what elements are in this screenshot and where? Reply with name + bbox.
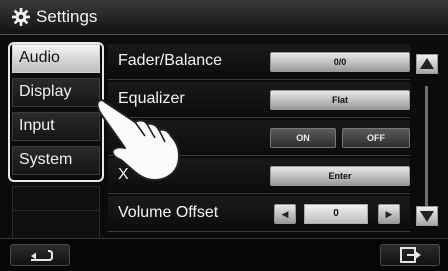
fader-balance-button[interactable]: 0/0: [270, 52, 410, 72]
volume-offset-value: 0: [304, 204, 368, 224]
volume-increment-button[interactable]: ▶: [378, 204, 400, 224]
setting-row-fader-balance: Fader/Balance 0/0: [108, 44, 410, 80]
volume-offset-label: Volume Offset: [118, 204, 219, 221]
scroll-down-button[interactable]: [416, 206, 438, 226]
sidebar-highlight-frame: [8, 42, 104, 182]
triangle-up-icon: [420, 58, 434, 69]
gear-icon: [12, 8, 30, 26]
exit-button[interactable]: [380, 244, 440, 266]
left-arrow-icon: ◀: [281, 209, 289, 219]
setting-row-volume-offset: Volume Offset ◀ 0 ▶: [108, 196, 410, 232]
title-bar: Settings: [0, 0, 448, 35]
loudness-off-button[interactable]: OFF: [342, 128, 410, 148]
back-arrow-icon: [31, 250, 53, 261]
pointing-hand-icon: [96, 99, 180, 181]
right-arrow-icon: ▶: [385, 209, 393, 219]
back-button[interactable]: [10, 244, 70, 266]
exit-icon: [400, 247, 421, 263]
settings-screen: Settings Audio Display Input System Fade…: [0, 0, 448, 271]
page-title: Settings: [36, 7, 98, 26]
scrollbar-track[interactable]: [425, 86, 428, 210]
xover-enter-button[interactable]: Enter: [270, 166, 410, 186]
scroll-up-button[interactable]: [416, 54, 438, 74]
equalizer-button[interactable]: Flat: [270, 90, 410, 110]
triangle-down-icon: [420, 211, 434, 222]
volume-decrement-button[interactable]: ◀: [274, 204, 296, 224]
loudness-on-button[interactable]: ON: [270, 128, 336, 148]
sidebar-item-empty: [12, 210, 100, 239]
fader-balance-label: Fader/Balance: [118, 52, 223, 69]
